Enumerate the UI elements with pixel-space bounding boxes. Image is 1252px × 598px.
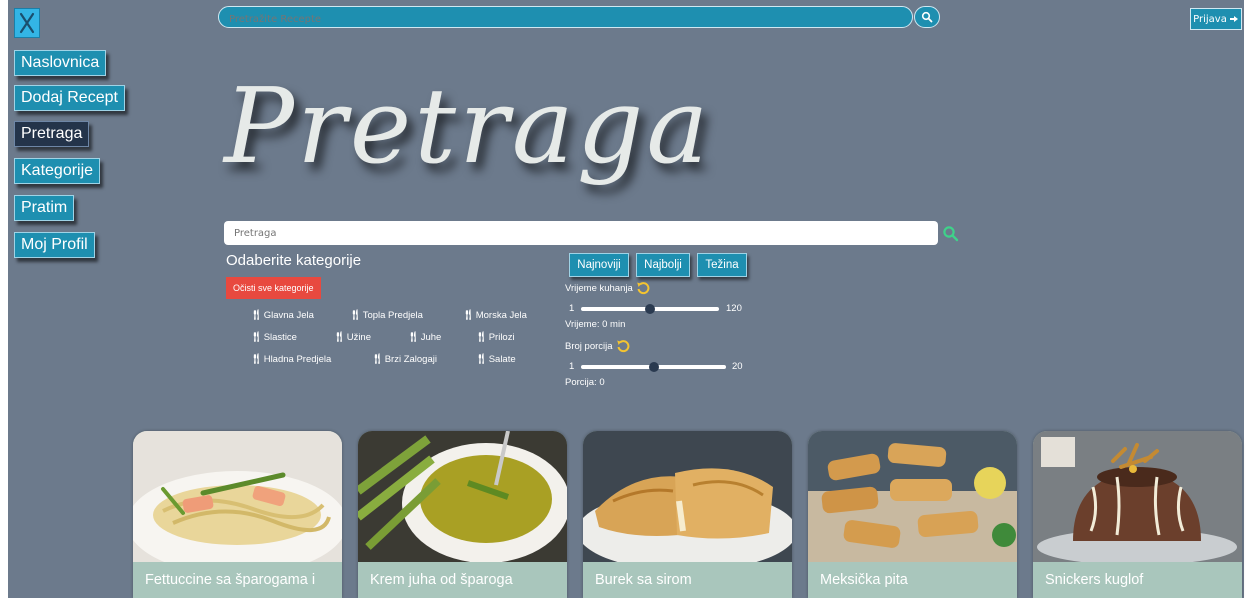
recipe-image-pasta	[133, 431, 342, 562]
cooking-time-readout: Vrijeme: 0 min	[565, 319, 626, 330]
fork-knife-icon: 🍴︎	[462, 310, 475, 321]
category-label: Topla Predjela	[362, 310, 423, 321]
recipe-card[interactable]: Burek sa sirom	[583, 431, 792, 598]
recipe-image-burek	[583, 431, 792, 562]
category-label: Brzi Zalogaji	[384, 354, 437, 365]
reset-icon[interactable]	[616, 339, 630, 353]
sort-difficulty-button[interactable]: Težina	[697, 253, 747, 277]
search-icon	[921, 11, 933, 23]
category-topla-predjela[interactable]: 🍴︎ Topla Predjela	[349, 310, 423, 321]
recipe-title: Meksička pita	[820, 572, 908, 588]
fork-knife-icon: 🍴︎	[475, 332, 488, 343]
portions-max: 20	[732, 361, 743, 372]
category-label: Hladna Predjela	[263, 354, 332, 365]
top-search-input[interactable]	[219, 9, 889, 30]
window-frame-left	[0, 0, 8, 598]
category-juhe[interactable]: 🍴︎ Juhe	[407, 332, 441, 343]
category-brzi-zalogaji[interactable]: 🍴︎ Brzi Zalogaji	[371, 354, 437, 365]
nav-item-pretraga[interactable]: Pretraga	[14, 121, 90, 147]
portions-filter-label: Broj porcija	[565, 339, 630, 353]
fork-knife-icon: 🍴︎	[407, 332, 420, 343]
cooking-time-slider-thumb[interactable]	[645, 304, 655, 314]
recipe-title: Burek sa sirom	[595, 572, 692, 588]
top-search-bar	[218, 6, 913, 30]
portions-readout: Porcija: 0	[565, 377, 605, 388]
recipe-card[interactable]: Meksička pita	[808, 431, 1017, 598]
category-hladna-predjela[interactable]: 🍴︎ Hladna Predjela	[250, 354, 331, 365]
nav-item-pratim[interactable]: Pratim	[14, 195, 75, 221]
category-label: Glavna Jela	[263, 310, 314, 321]
fork-knife-icon: 🍴︎	[250, 310, 263, 321]
category-uzine[interactable]: 🍴︎ Užine	[333, 332, 371, 343]
category-glavna-jela[interactable]: 🍴︎ Glavna Jela	[250, 310, 314, 321]
nav-item-moj-profil[interactable]: Moj Profil	[14, 232, 95, 258]
fork-knife-icon: 🍴︎	[349, 310, 362, 321]
fork-knife-icon: 🍴︎	[371, 354, 384, 365]
sort-best-button[interactable]: Najbolji	[636, 253, 690, 277]
category-label: Morska Jela	[475, 310, 527, 321]
cooking-time-min: 1	[569, 303, 575, 314]
recipe-image-snickers-kuglof	[1033, 431, 1242, 562]
fork-knife-icon: 🍴︎	[333, 332, 346, 343]
category-label: Slastice	[263, 332, 297, 343]
login-button[interactable]: Prijava	[1190, 8, 1242, 30]
category-label: Prilozi	[488, 332, 515, 343]
cooking-time-max: 120	[726, 303, 742, 314]
categories-heading: Odaberite kategorije	[226, 252, 362, 269]
fork-knife-icon: 🍴︎	[475, 354, 488, 365]
sign-in-icon	[1229, 16, 1238, 22]
recipe-image-mexican-pie	[808, 431, 1017, 562]
recipe-title: Krem juha od šparoga	[370, 572, 513, 588]
portions-label: Broj porcija	[565, 340, 613, 352]
sort-newest-button[interactable]: Najnoviji	[569, 253, 629, 277]
reset-icon[interactable]	[636, 281, 650, 295]
login-label: Prijava	[1193, 13, 1227, 25]
search-icon[interactable]	[942, 225, 960, 243]
recipe-card[interactable]: Fettuccine sa šparogama i	[133, 431, 342, 598]
category-salate[interactable]: 🍴︎ Salate	[475, 354, 516, 365]
fork-knife-icon: 🍴︎	[250, 354, 263, 365]
category-slastice[interactable]: 🍴︎ Slastice	[250, 332, 297, 343]
category-label: Užine	[346, 332, 371, 343]
cooking-time-label: Vrijeme kuhanja	[565, 282, 633, 294]
page-title: Pretraga	[224, 65, 712, 187]
recipe-card[interactable]: Snickers kuglof	[1033, 431, 1242, 598]
cooking-time-filter-label: Vrijeme kuhanja	[565, 281, 650, 295]
portions-slider-thumb[interactable]	[648, 362, 659, 372]
fork-knife-icon: 🍴︎	[250, 332, 263, 343]
category-morska-jela[interactable]: 🍴︎ Morska Jela	[462, 310, 527, 321]
nav-item-naslovnica[interactable]: Naslovnica	[14, 50, 107, 76]
portions-min: 1	[569, 361, 575, 372]
category-label: Salate	[488, 354, 516, 365]
nav-item-dodaj-recept[interactable]: Dodaj Recept	[14, 85, 125, 111]
recipe-title: Fettuccine sa šparogama i	[145, 572, 316, 588]
site-logo[interactable]	[14, 8, 40, 38]
window-frame-right	[1244, 0, 1252, 598]
clear-categories-button[interactable]: Očisti sve kategorije	[226, 277, 321, 299]
category-label: Juhe	[420, 332, 442, 343]
recipe-search-input[interactable]	[224, 221, 938, 245]
top-search-button[interactable]	[914, 6, 940, 28]
recipe-image-soup	[358, 431, 567, 562]
recipe-card[interactable]: Krem juha od šparoga	[358, 431, 567, 598]
nav-item-kategorije[interactable]: Kategorije	[14, 158, 101, 184]
category-prilozi[interactable]: 🍴︎ Prilozi	[475, 332, 515, 343]
recipe-title: Snickers kuglof	[1045, 572, 1144, 588]
fork-knife-icon	[19, 12, 35, 34]
